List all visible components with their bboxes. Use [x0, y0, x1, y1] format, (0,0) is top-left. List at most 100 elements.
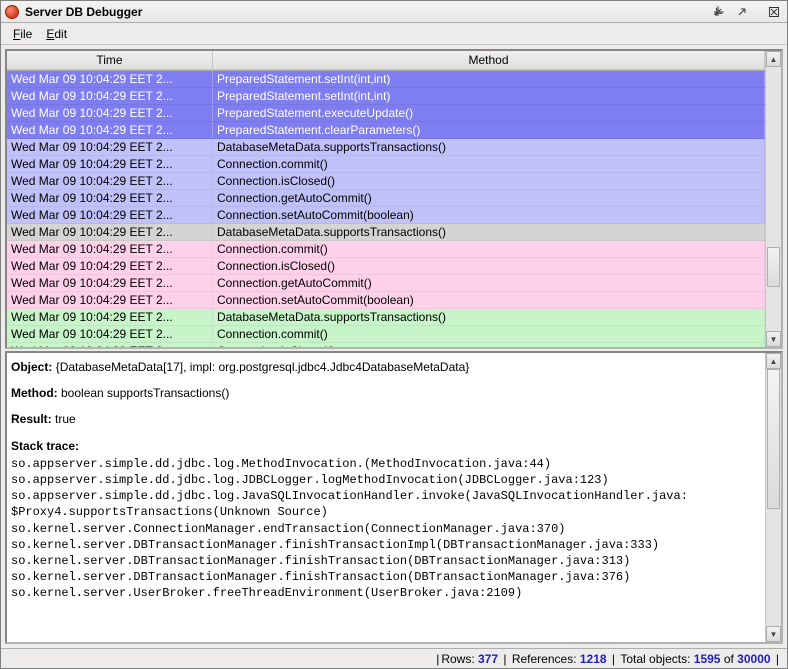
table-row[interactable]: Wed Mar 09 10:04:29 EET 2...DatabaseMeta… — [7, 224, 765, 241]
cell-time: Wed Mar 09 10:04:29 EET 2... — [7, 71, 213, 87]
maximize-icon — [736, 6, 748, 18]
cell-time: Wed Mar 09 10:04:29 EET 2... — [7, 292, 213, 308]
detail-object-line: Object: {DatabaseMetaData[17], impl: org… — [11, 359, 761, 375]
method-value: boolean supportsTransactions() — [61, 386, 229, 400]
cell-method: PreparedStatement.clearParameters() — [213, 122, 765, 138]
close-icon — [768, 6, 780, 18]
menu-file[interactable]: File — [7, 25, 38, 43]
stack-trace: so.appserver.simple.dd.jdbc.log.MethodIn… — [11, 456, 761, 602]
table-row[interactable]: Wed Mar 09 10:04:29 EET 2...Connection.c… — [7, 326, 765, 343]
status-total-value: 1595 — [694, 652, 721, 666]
content-area: Time Method Wed Mar 09 10:04:29 EET 2...… — [1, 45, 787, 648]
cell-time: Wed Mar 09 10:04:29 EET 2... — [7, 326, 213, 342]
table-row[interactable]: Wed Mar 09 10:04:29 EET 2...Connection.c… — [7, 156, 765, 173]
col-header-method[interactable]: Method — [213, 51, 765, 70]
table-row[interactable]: Wed Mar 09 10:04:29 EET 2...PreparedStat… — [7, 122, 765, 139]
table-row[interactable]: Wed Mar 09 10:04:29 EET 2...Connection.g… — [7, 190, 765, 207]
app-icon — [5, 5, 19, 19]
cell-method: DatabaseMetaData.supportsTransactions() — [213, 309, 765, 325]
cell-time: Wed Mar 09 10:04:29 EET 2... — [7, 258, 213, 274]
status-rows-label: Rows: — [441, 652, 474, 666]
window-title: Server DB Debugger — [25, 5, 142, 19]
scroll-up-button[interactable]: ▲ — [766, 51, 781, 67]
detail-method-line: Method: boolean supportsTransactions() — [11, 385, 761, 401]
cell-method: Connection.isClosed() — [213, 258, 765, 274]
cell-method: Connection.commit() — [213, 241, 765, 257]
cell-method: PreparedStatement.setInt(int,int) — [213, 88, 765, 104]
cell-time: Wed Mar 09 10:04:29 EET 2... — [7, 173, 213, 189]
table-row[interactable]: Wed Mar 09 10:04:29 EET 2...Connection.g… — [7, 275, 765, 292]
cell-method: Connection.getAutoCommit() — [213, 190, 765, 206]
maximize-button[interactable] — [733, 4, 751, 20]
status-total-label: Total objects: — [620, 652, 690, 666]
result-label: Result: — [11, 412, 52, 426]
table-row[interactable]: Wed Mar 09 10:04:29 EET 2...Connection.c… — [7, 241, 765, 258]
col-header-time[interactable]: Time — [7, 51, 213, 70]
stack-trace-label: Stack trace: — [11, 438, 761, 454]
detail-scrollbar[interactable]: ▲ ▼ — [765, 353, 781, 642]
scroll-down-button[interactable]: ▼ — [766, 331, 781, 347]
minimize-icon — [712, 6, 724, 18]
titlebar[interactable]: Server DB Debugger — [1, 1, 787, 23]
log-table: Time Method Wed Mar 09 10:04:29 EET 2...… — [7, 51, 765, 347]
minimize-button[interactable] — [709, 4, 727, 20]
status-total-of: of — [724, 652, 734, 666]
cell-time: Wed Mar 09 10:04:29 EET 2... — [7, 105, 213, 121]
cell-time: Wed Mar 09 10:04:29 EET 2... — [7, 88, 213, 104]
cell-time: Wed Mar 09 10:04:29 EET 2... — [7, 224, 213, 240]
table-row[interactable]: Wed Mar 09 10:04:29 EET 2...Connection.s… — [7, 292, 765, 309]
cell-time: Wed Mar 09 10:04:29 EET 2... — [7, 275, 213, 291]
cell-method: PreparedStatement.executeUpdate() — [213, 105, 765, 121]
table-row[interactable]: Wed Mar 09 10:04:29 EET 2...Connection.s… — [7, 207, 765, 224]
table-row[interactable]: Wed Mar 09 10:04:29 EET 2...PreparedStat… — [7, 88, 765, 105]
cell-time: Wed Mar 09 10:04:29 EET 2... — [7, 156, 213, 172]
table-row[interactable]: Wed Mar 09 10:04:29 EET 2...PreparedStat… — [7, 71, 765, 88]
cell-method: Connection.isClosed() — [213, 343, 765, 347]
cell-time: Wed Mar 09 10:04:29 EET 2... — [7, 343, 213, 347]
table-row[interactable]: Wed Mar 09 10:04:29 EET 2...Connection.i… — [7, 258, 765, 275]
detail-scroll-down-button[interactable]: ▼ — [766, 626, 781, 642]
table-row[interactable]: Wed Mar 09 10:04:29 EET 2...DatabaseMeta… — [7, 309, 765, 326]
log-table-pane: Time Method Wed Mar 09 10:04:29 EET 2...… — [5, 49, 783, 349]
table-row[interactable]: Wed Mar 09 10:04:29 EET 2...DatabaseMeta… — [7, 139, 765, 156]
table-body[interactable]: Wed Mar 09 10:04:29 EET 2...PreparedStat… — [7, 71, 765, 347]
menu-edit[interactable]: Edit — [40, 25, 73, 43]
cell-method: Connection.setAutoCommit(boolean) — [213, 207, 765, 223]
detail-result-line: Result: true — [11, 411, 761, 427]
object-value: {DatabaseMetaData[17], impl: org.postgre… — [56, 360, 470, 374]
table-header: Time Method — [7, 51, 765, 71]
cell-method: Connection.commit() — [213, 156, 765, 172]
table-row[interactable]: Wed Mar 09 10:04:29 EET 2...Connection.i… — [7, 343, 765, 347]
cell-time: Wed Mar 09 10:04:29 EET 2... — [7, 207, 213, 223]
table-row[interactable]: Wed Mar 09 10:04:29 EET 2...Connection.i… — [7, 173, 765, 190]
close-button[interactable] — [765, 4, 783, 20]
status-refs-value: 1218 — [580, 652, 607, 666]
cell-method: DatabaseMetaData.supportsTransactions() — [213, 139, 765, 155]
table-row[interactable]: Wed Mar 09 10:04:29 EET 2...PreparedStat… — [7, 105, 765, 122]
detail-scroll-track[interactable] — [766, 369, 781, 626]
cell-method: Connection.isClosed() — [213, 173, 765, 189]
table-scrollbar[interactable]: ▲ ▼ — [765, 51, 781, 347]
cell-method: DatabaseMetaData.supportsTransactions() — [213, 224, 765, 240]
detail-body: Object: {DatabaseMetaData[17], impl: org… — [7, 353, 765, 642]
cell-method: Connection.setAutoCommit(boolean) — [213, 292, 765, 308]
detail-scroll-up-button[interactable]: ▲ — [766, 353, 781, 369]
cell-time: Wed Mar 09 10:04:29 EET 2... — [7, 190, 213, 206]
detail-pane: Object: {DatabaseMetaData[17], impl: org… — [5, 351, 783, 644]
scroll-track[interactable] — [766, 67, 781, 331]
detail-scroll-thumb[interactable] — [767, 369, 780, 509]
app-window: Server DB Debugger File Edit — [0, 0, 788, 669]
scroll-thumb[interactable] — [767, 247, 780, 287]
status-rows-value: 377 — [478, 652, 498, 666]
method-label: Method: — [11, 386, 58, 400]
menubar: File Edit — [1, 23, 787, 45]
cell-time: Wed Mar 09 10:04:29 EET 2... — [7, 309, 213, 325]
status-refs-label: References: — [512, 652, 577, 666]
statusbar: | Rows: 377 | References: 1218 | Total o… — [1, 648, 787, 668]
cell-time: Wed Mar 09 10:04:29 EET 2... — [7, 241, 213, 257]
cell-time: Wed Mar 09 10:04:29 EET 2... — [7, 139, 213, 155]
status-total-max: 30000 — [737, 652, 770, 666]
cell-method: PreparedStatement.setInt(int,int) — [213, 71, 765, 87]
object-label: Object: — [11, 360, 52, 374]
cell-method: Connection.getAutoCommit() — [213, 275, 765, 291]
